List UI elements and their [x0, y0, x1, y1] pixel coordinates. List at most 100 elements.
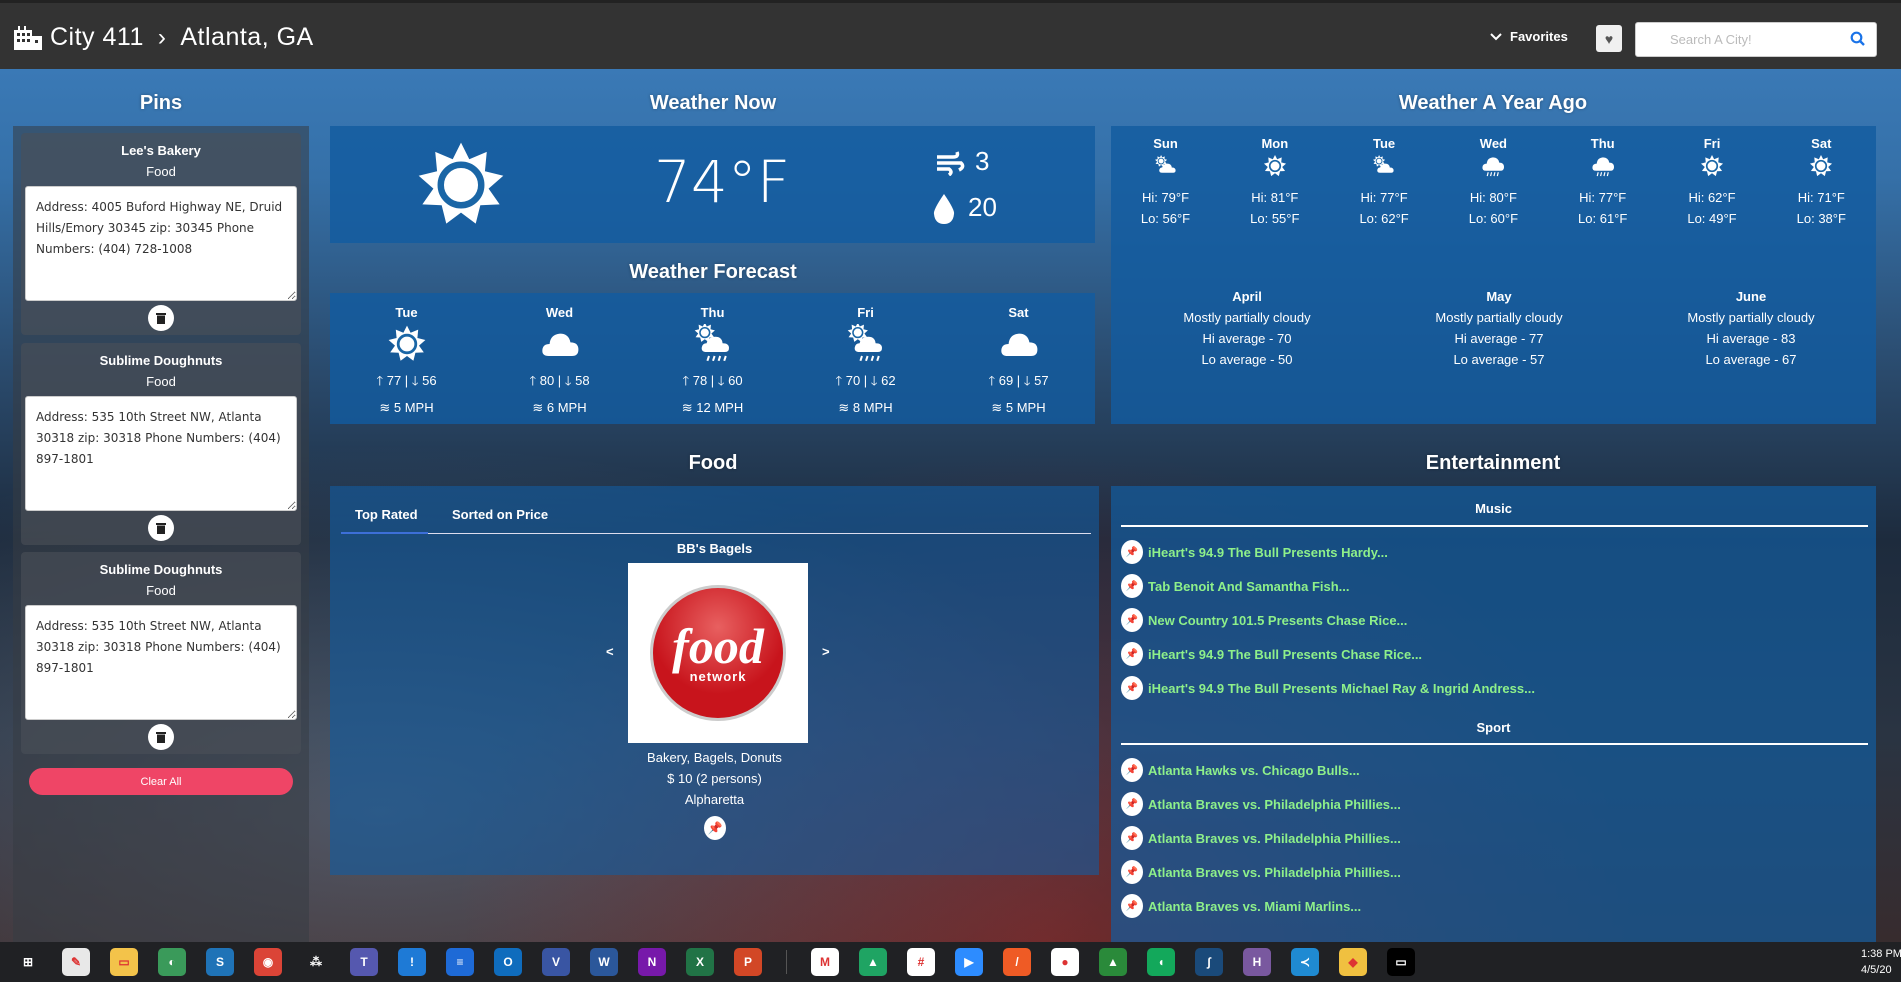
event-link[interactable]: Atlanta Braves vs. Philadelphia Phillies… — [1148, 797, 1401, 812]
taskbar-clock[interactable]: 1:38 PM 4/5/20 — [1861, 946, 1901, 978]
slack-icon[interactable]: # — [907, 948, 935, 976]
current-temperature: 74°F — [654, 148, 791, 216]
start-icon[interactable]: ⊞ — [14, 948, 42, 976]
visio-icon[interactable]: V — [542, 948, 570, 976]
day-label: Wed — [1479, 136, 1507, 151]
terminal-icon[interactable]: ▭ — [1387, 948, 1415, 976]
pin-event-button[interactable]: 📌 — [1121, 540, 1143, 564]
brand[interactable]: City 411 › Atlanta, GA — [14, 23, 314, 52]
music-divider — [1121, 525, 1868, 527]
restaurant-price: $ 10 (2 persons) — [667, 771, 762, 786]
git-icon[interactable]: ◆ — [1339, 948, 1367, 976]
pin-name: Sublime Doughnuts — [99, 353, 223, 368]
pin-details-textarea[interactable]: Address: 535 10th Street NW, Atlanta 303… — [25, 605, 297, 720]
event-link[interactable]: iHeart's 94.9 The Bull Presents Michael … — [1148, 681, 1535, 696]
file-explorer-icon[interactable]: ▭ — [110, 948, 138, 976]
tab-top-rated[interactable]: Top Rated — [355, 507, 418, 522]
delete-pin-button[interactable] — [148, 305, 174, 331]
heroku-icon[interactable]: H — [1243, 948, 1271, 976]
devops-icon[interactable]: ≡ — [446, 948, 474, 976]
pin-details-textarea[interactable]: Address: 4005 Buford Highway NE, Druid H… — [25, 186, 297, 301]
alert-app-icon[interactable]: ! — [398, 948, 426, 976]
event-link[interactable]: Atlanta Braves vs. Miami Marlins... — [1148, 899, 1361, 914]
food-panel: Top Rated Sorted on Price BB's Bagels < … — [330, 486, 1099, 875]
pin-event-button[interactable]: 📌 — [1121, 792, 1143, 816]
rain-weather-icon — [1481, 154, 1505, 178]
pin-restaurant-button[interactable]: 📌 — [704, 816, 726, 840]
pin-details-textarea[interactable]: Address: 535 10th Street NW, Atlanta 303… — [25, 396, 297, 511]
event-link[interactable]: Tab Benoit And Samantha Fish... — [1148, 579, 1350, 594]
event-link[interactable]: New Country 101.5 Presents Chase Rice... — [1148, 613, 1407, 628]
postman-icon[interactable]: / — [1003, 948, 1031, 976]
carousel-next-button[interactable]: > — [822, 644, 830, 659]
tabs-divider — [341, 533, 1091, 534]
year-ago-day: Mon Hi: 81°F Lo: 55°F — [1220, 136, 1329, 229]
sun-icon — [415, 139, 507, 231]
pushpin-icon: 📌 — [1125, 900, 1139, 912]
pin-event-button[interactable]: 📌 — [1121, 860, 1143, 884]
event-link[interactable]: iHeart's 94.9 The Bull Presents Hardy... — [1148, 545, 1388, 560]
paint-icon[interactable]: ✎ — [62, 948, 90, 976]
sun-weather-icon — [1262, 154, 1287, 177]
sport-event-item: 📌 Atlanta Braves vs. Philadelphia Phillie… — [1121, 792, 1401, 816]
rocket-app-icon[interactable]: ▲ — [1099, 948, 1127, 976]
day-label: Wed — [545, 305, 574, 320]
google-drive-icon[interactable]: ▲ — [859, 948, 887, 976]
partly-cloudy-weather-icon — [1372, 154, 1396, 178]
gmail-icon[interactable]: M — [811, 948, 839, 976]
event-link[interactable]: Atlanta Braves vs. Philadelphia Phillies… — [1148, 831, 1401, 846]
clear-all-button[interactable]: Clear All — [29, 768, 293, 795]
restaurant-image: food network — [628, 563, 808, 743]
vscode-icon[interactable]: ≺ — [1291, 948, 1319, 976]
forecast-panel: Tue 🡑 77 | 🡓 56 ≋ 5 MPH Wed 🡑 80 | 🡓 58 ≋ 6 M… — [330, 293, 1095, 424]
pin-category: Food — [146, 164, 176, 179]
mongodb-icon[interactable]: ● — [1051, 948, 1079, 976]
favorite-button[interactable]: ♥ — [1596, 25, 1622, 52]
asana-icon[interactable]: ⁂ — [302, 948, 330, 976]
event-link[interactable]: Atlanta Hawks vs. Chicago Bulls... — [1148, 763, 1360, 778]
pin-event-button[interactable]: 📌 — [1121, 894, 1143, 918]
month-hi: Hi average - 83 — [1706, 331, 1796, 346]
pin-event-button[interactable]: 📌 — [1121, 826, 1143, 850]
top-navbar: City 411 › Atlanta, GA Favorites ♥ — [0, 0, 1901, 69]
pin-card: Sublime Doughnuts Food Address: 535 10th… — [21, 343, 301, 545]
month-desc: Mostly partially cloudy — [1687, 310, 1815, 325]
pin-event-button[interactable]: 📌 — [1121, 758, 1143, 782]
wireshark-icon[interactable]: ∫ — [1195, 948, 1223, 976]
wind-speed: 3 — [975, 146, 990, 176]
day-label: Sat — [1008, 305, 1029, 320]
onenote-icon[interactable]: N — [638, 948, 666, 976]
s-app-icon[interactable]: S — [206, 948, 234, 976]
pin-name: Lee's Bakery — [121, 143, 201, 158]
weather-now-title: Weather Now — [649, 92, 777, 114]
wind-speed: ≋ 12 MPH — [681, 400, 744, 415]
search-input[interactable] — [1636, 23, 1836, 56]
wind-speed: ≋ 6 MPH — [532, 400, 587, 415]
pin-event-button[interactable]: 📌 — [1121, 574, 1143, 598]
word-icon[interactable]: W — [590, 948, 618, 976]
delete-pin-button[interactable] — [148, 724, 174, 750]
search-icon[interactable] — [1850, 31, 1866, 47]
event-link[interactable]: Atlanta Braves vs. Philadelphia Phillies… — [1148, 865, 1401, 880]
year-ago-day: Thu Hi: 77°F Lo: 61°F — [1548, 136, 1657, 229]
outlook-icon[interactable]: O — [494, 948, 522, 976]
excel-icon[interactable]: X — [686, 948, 714, 976]
carousel-prev-button[interactable]: < — [606, 644, 614, 659]
tab-sorted-on-price[interactable]: Sorted on Price — [452, 507, 548, 522]
powerpoint-icon[interactable]: P — [734, 948, 762, 976]
delete-pin-button[interactable] — [148, 515, 174, 541]
globe-app-icon[interactable]: ◐ — [158, 948, 186, 976]
food-network-logo: food network — [650, 585, 786, 721]
zoom-icon[interactable]: ▶ — [955, 948, 983, 976]
green-app-icon[interactable]: ◖ — [1147, 948, 1175, 976]
forecast-title: Weather Forecast — [629, 261, 797, 283]
favorites-dropdown[interactable]: Favorites — [1490, 29, 1568, 44]
pin-event-button[interactable]: 📌 — [1121, 608, 1143, 632]
teams-icon[interactable]: T — [350, 948, 378, 976]
pin-event-button[interactable]: 📌 — [1121, 676, 1143, 700]
chrome-icon[interactable]: ◉ — [254, 948, 282, 976]
event-link[interactable]: iHeart's 94.9 The Bull Presents Chase Ri… — [1148, 647, 1422, 662]
pin-event-button[interactable]: 📌 — [1121, 642, 1143, 666]
year-ago-day: Sun Hi: 79°F Lo: 56°F — [1111, 136, 1220, 229]
lo-temp: Lo: 56°F — [1140, 211, 1191, 226]
